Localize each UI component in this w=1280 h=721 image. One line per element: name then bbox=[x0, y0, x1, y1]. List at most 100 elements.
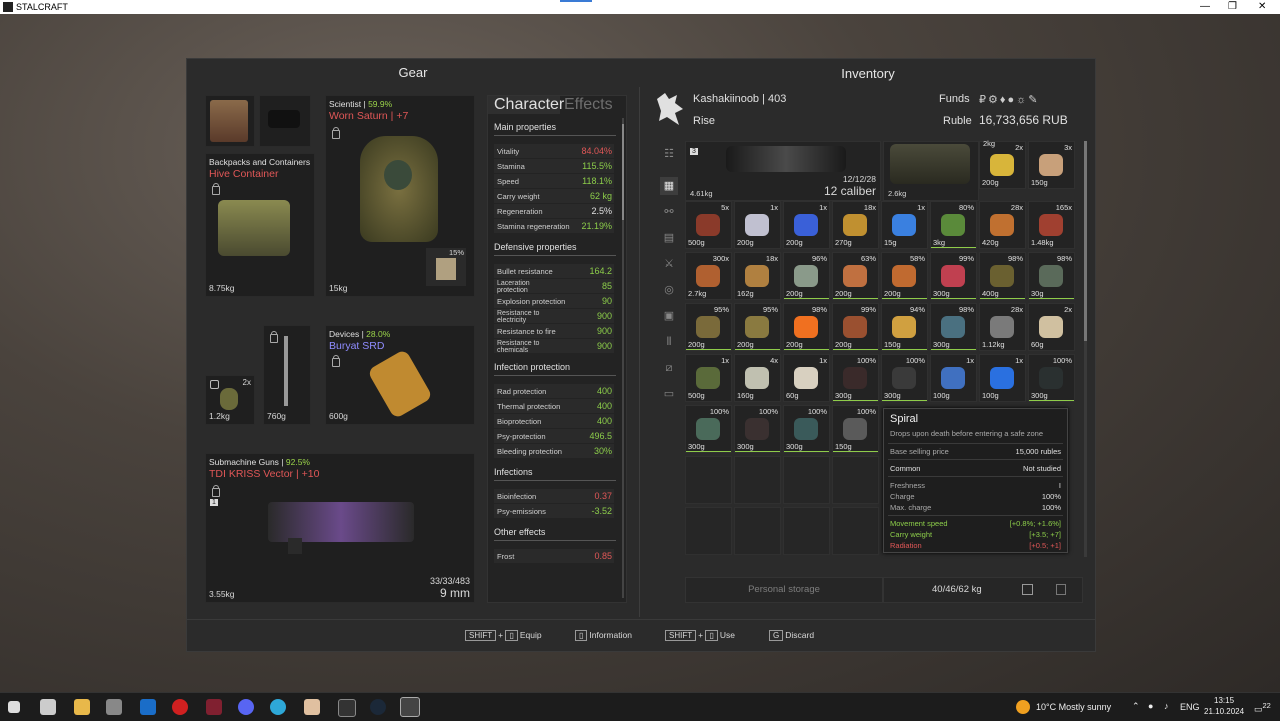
inventory-item[interactable]: 98% 30g bbox=[1028, 252, 1075, 300]
avatar-slot[interactable] bbox=[205, 95, 255, 147]
device-slot[interactable]: Devices | 28.0% Buryat SRD 600g bbox=[325, 325, 475, 425]
empty-slot[interactable] bbox=[734, 456, 781, 504]
empty-slot[interactable] bbox=[832, 507, 879, 555]
inventory-item[interactable]: 100% 300g bbox=[832, 354, 879, 402]
inventory-item[interactable]: 1x 100g bbox=[979, 354, 1026, 402]
inventory-item[interactable]: 2x 60g bbox=[1028, 303, 1075, 351]
inventory-item[interactable]: 94% 150g bbox=[881, 303, 928, 351]
mic-icon[interactable]: ● bbox=[1148, 701, 1153, 711]
inventory-item[interactable]: 2x 200g bbox=[979, 141, 1026, 189]
inventory-item[interactable]: 100% 300g bbox=[881, 354, 928, 402]
inventory-item[interactable]: 28x 1.12kg bbox=[979, 303, 1026, 351]
inventory-item[interactable]: 99% 200g bbox=[832, 303, 879, 351]
inventory-item[interactable]: 5x 500g bbox=[685, 201, 732, 249]
inventory-item[interactable]: 100% 300g bbox=[734, 405, 781, 453]
face-mask-slot[interactable] bbox=[259, 95, 311, 147]
windows-start-icon[interactable] bbox=[8, 701, 20, 713]
steam-icon[interactable] bbox=[370, 699, 386, 715]
empty-slot[interactable] bbox=[685, 456, 732, 504]
device-filter-icon[interactable]: ▣ bbox=[660, 307, 678, 325]
inventory-item[interactable]: 58% 200g bbox=[881, 252, 928, 300]
empty-slot[interactable] bbox=[832, 456, 879, 504]
scroll-thumb[interactable] bbox=[622, 124, 624, 220]
language-indicator[interactable]: ENG bbox=[1180, 702, 1200, 712]
empty-slot[interactable] bbox=[783, 456, 830, 504]
notification-icon[interactable]: ▭22 bbox=[1254, 701, 1271, 715]
inventory-item[interactable]: 300x 2.7kg bbox=[685, 252, 732, 300]
close-button[interactable]: ✕ bbox=[1258, 1, 1266, 12]
app-icon[interactable] bbox=[304, 699, 320, 715]
grenade-slot[interactable]: 2x 1.2kg bbox=[205, 375, 255, 425]
ammo-filter-icon[interactable]: ⦀ bbox=[660, 333, 678, 351]
inventory-armor-item[interactable]: 2.6kg bbox=[883, 141, 979, 201]
weather-text[interactable]: 10°C Mostly sunny bbox=[1036, 702, 1111, 712]
inventory-item[interactable]: 1x 500g bbox=[685, 354, 732, 402]
misc-filter-icon[interactable]: ⧄ bbox=[660, 359, 678, 377]
inventory-item[interactable]: 100% 300g bbox=[1028, 354, 1075, 402]
empty-slot[interactable] bbox=[783, 507, 830, 555]
tab-character[interactable]: Character bbox=[488, 96, 564, 114]
inventory-item[interactable]: 95% 200g bbox=[734, 303, 781, 351]
game-launcher-icon[interactable] bbox=[206, 699, 222, 715]
inventory-item[interactable]: 98% 400g bbox=[979, 252, 1026, 300]
store-icon[interactable] bbox=[40, 699, 56, 715]
edge-icon[interactable] bbox=[270, 699, 286, 715]
empty-slot[interactable] bbox=[685, 507, 732, 555]
tab-effects[interactable]: Effects bbox=[558, 96, 624, 114]
list-view-icon[interactable]: ☷ bbox=[660, 145, 678, 163]
inventory-item[interactable]: 63% 200g bbox=[832, 252, 879, 300]
container-filter-icon[interactable]: ▭ bbox=[660, 385, 678, 403]
app-icon[interactable] bbox=[106, 699, 122, 715]
outlook-icon[interactable] bbox=[140, 699, 156, 715]
chevron-up-icon[interactable]: ⌃ bbox=[1132, 701, 1140, 712]
clock-date[interactable]: 21.10.2024 bbox=[1204, 707, 1244, 716]
inventory-item[interactable]: 96% 200g bbox=[783, 252, 830, 300]
restore-button[interactable]: ❐ bbox=[1228, 1, 1237, 12]
inventory-item[interactable]: 1x 200g bbox=[734, 201, 781, 249]
stalcraft-active-icon[interactable] bbox=[400, 697, 420, 717]
weapon-filter-icon[interactable]: ⚔ bbox=[660, 255, 678, 273]
inventory-item[interactable]: 28x 420g bbox=[979, 201, 1026, 249]
inventory-item[interactable]: 18x 162g bbox=[734, 252, 781, 300]
clock-time[interactable]: 13:15 bbox=[1214, 696, 1234, 705]
opera-icon[interactable] bbox=[172, 699, 188, 715]
inventory-item[interactable]: 98% 300g bbox=[930, 303, 977, 351]
minimize-button[interactable]: — bbox=[1200, 1, 1210, 12]
backpack-slot[interactable]: Backpacks and Containers Hive Container … bbox=[205, 153, 315, 297]
inventory-item[interactable]: 4x 160g bbox=[734, 354, 781, 402]
melee-slot[interactable]: 760g bbox=[263, 325, 311, 425]
inventory-item[interactable]: 98% 200g bbox=[783, 303, 830, 351]
inventory-item[interactable]: 18x 270g bbox=[832, 201, 879, 249]
armor-filter-icon[interactable]: ▤ bbox=[660, 229, 678, 247]
inventory-scrollbar[interactable] bbox=[1084, 141, 1087, 557]
file-explorer-icon[interactable] bbox=[74, 699, 90, 715]
empty-slot[interactable] bbox=[734, 507, 781, 555]
inventory-item[interactable]: 1x 200g bbox=[783, 201, 830, 249]
inventory-item[interactable]: 100% 150g bbox=[832, 405, 879, 453]
inventory-item[interactable]: 1x 60g bbox=[783, 354, 830, 402]
inventory-item[interactable]: 99% 300g bbox=[930, 252, 977, 300]
personal-storage-button[interactable]: Personal storage bbox=[685, 577, 883, 603]
inventory-item[interactable]: 95% 200g bbox=[685, 303, 732, 351]
inventory-weapon-item[interactable]: 3 12/12/28 12 caliber 4.61kg bbox=[685, 141, 881, 201]
artefact-filter-icon[interactable]: ◎ bbox=[660, 281, 678, 299]
armor-slot[interactable]: Scientist | 59.9% Worn Saturn | +7 15% 1… bbox=[325, 95, 475, 297]
inventory-item[interactable]: 1x 15g bbox=[881, 201, 928, 249]
volume-icon[interactable]: ♪ bbox=[1164, 701, 1169, 711]
weight-icon[interactable] bbox=[1022, 584, 1033, 595]
stalcraft-icon[interactable] bbox=[338, 699, 356, 717]
stats-scrollbar[interactable] bbox=[622, 118, 624, 598]
weapon-slot[interactable]: Submachine Guns | 92.5% TDI KRISS Vector… bbox=[205, 453, 475, 603]
armor-container-slot[interactable]: 15% bbox=[426, 248, 466, 286]
inventory-item[interactable]: 3x 150g bbox=[1028, 141, 1075, 189]
inventory-item[interactable]: 80% 3kg bbox=[930, 201, 977, 249]
scroll-thumb[interactable] bbox=[1084, 141, 1087, 341]
grid-view-icon[interactable]: ▦ bbox=[660, 177, 678, 195]
inventory-item[interactable]: 100% 300g bbox=[685, 405, 732, 453]
inventory-item[interactable]: 165x 1.48kg bbox=[1028, 201, 1075, 249]
link-icon[interactable]: ⚯ bbox=[660, 203, 678, 221]
inventory-item[interactable]: 1x 100g bbox=[930, 354, 977, 402]
trash-icon[interactable] bbox=[1056, 584, 1066, 595]
currency-icons[interactable]: ₽⚙♦●☼✎ bbox=[979, 93, 1039, 106]
inventory-item[interactable]: 100% 300g bbox=[783, 405, 830, 453]
